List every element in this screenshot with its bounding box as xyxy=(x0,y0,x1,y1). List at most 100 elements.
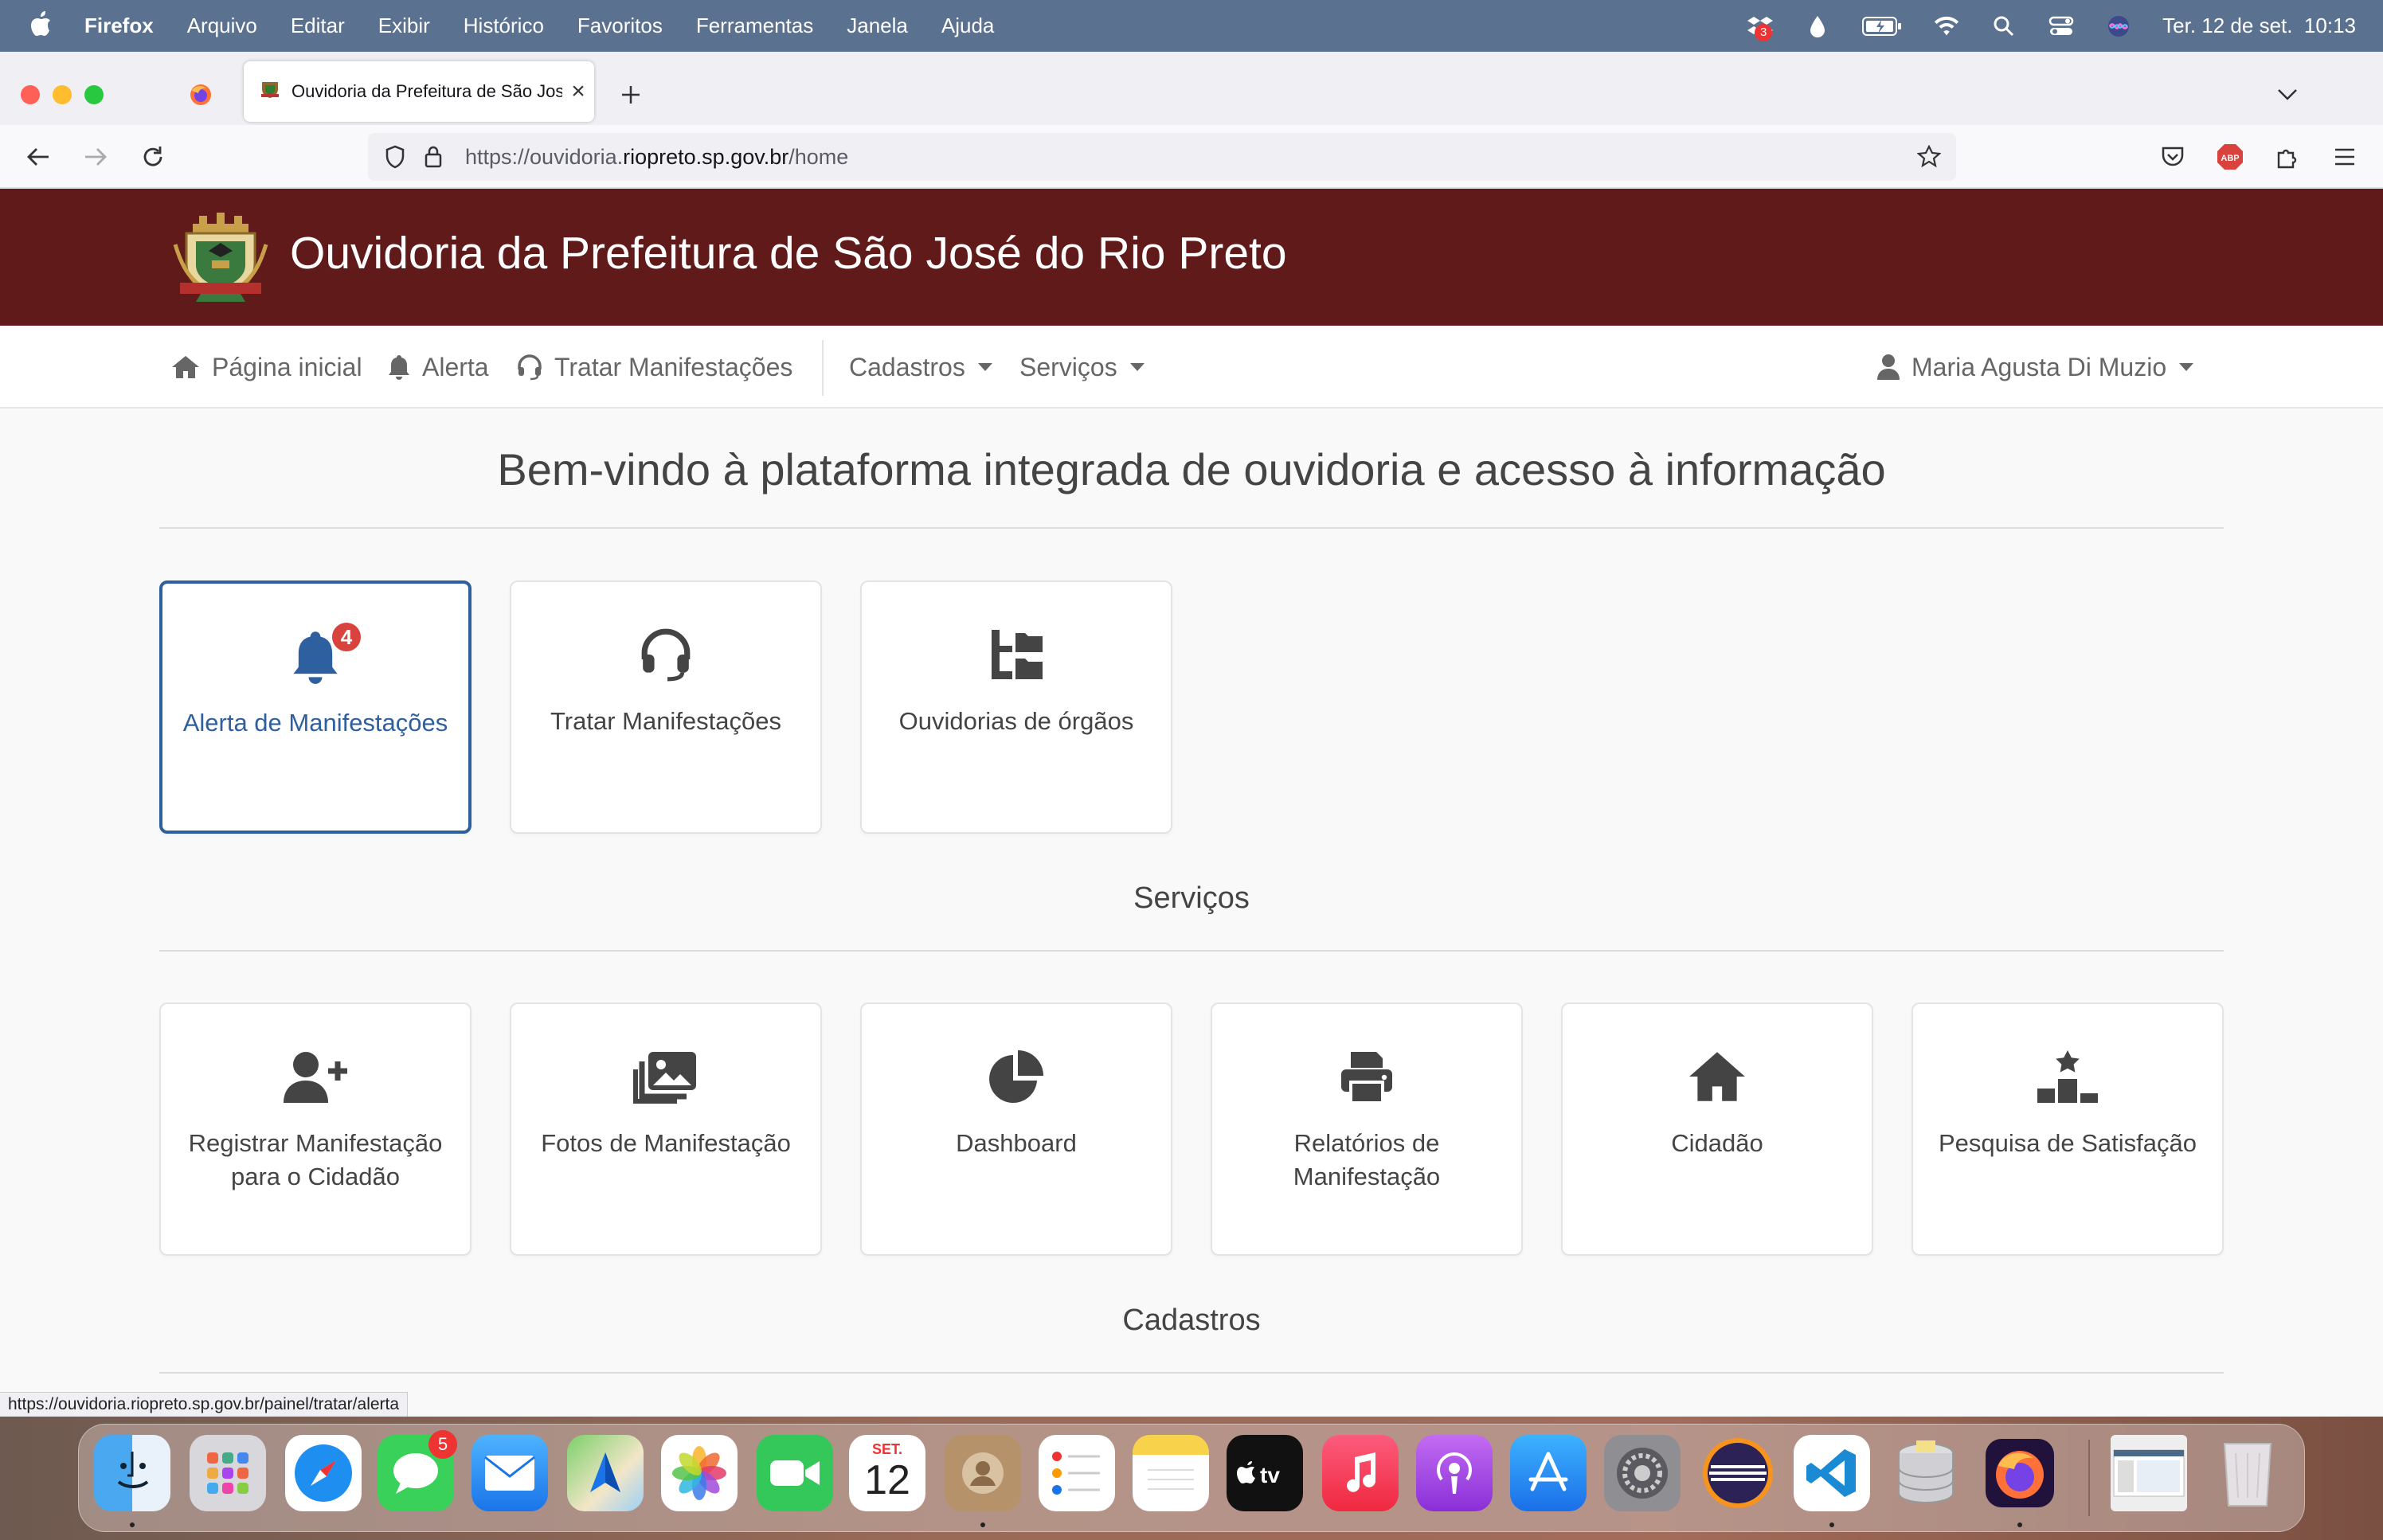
menu-editar[interactable]: Editar xyxy=(291,14,345,38)
forward-arrow-icon[interactable] xyxy=(78,139,113,174)
list-all-tabs-chevron-down-icon[interactable] xyxy=(2270,77,2305,112)
card-manifestation-reports[interactable]: Relatórios de Manifestação xyxy=(1211,1003,1523,1256)
window-zoom-button[interactable] xyxy=(84,85,104,104)
headset-icon xyxy=(641,628,691,682)
caret-down-icon xyxy=(1129,363,1145,371)
battery-icon[interactable] xyxy=(1861,13,1903,40)
recent-window-thumbnail-icon[interactable] xyxy=(2111,1435,2187,1511)
new-tab-button[interactable] xyxy=(613,77,648,112)
maps-icon[interactable] xyxy=(567,1435,644,1511)
database-app-icon[interactable] xyxy=(1888,1435,1964,1511)
nav-home-label: Página inicial xyxy=(212,352,362,381)
card-label: Fotos de Manifestação xyxy=(541,1129,791,1157)
vscode-icon[interactable] xyxy=(1794,1435,1870,1511)
tracking-protection-shield-icon[interactable] xyxy=(381,143,409,171)
apple-menu-icon[interactable] xyxy=(29,10,57,42)
welcome-divider xyxy=(159,527,2224,529)
window-minimize-button[interactable] xyxy=(53,85,72,104)
launchpad-icon[interactable] xyxy=(190,1435,266,1511)
hamburger-menu-icon[interactable] xyxy=(2327,139,2362,174)
drop-icon[interactable] xyxy=(1804,13,1831,40)
url-domain: riopreto.sp.gov.br xyxy=(623,144,789,169)
podcasts-icon[interactable] xyxy=(1416,1435,1493,1511)
mail-icon[interactable] xyxy=(472,1435,548,1511)
menu-exibir[interactable]: Exibir xyxy=(378,14,430,38)
photos-app-icon[interactable] xyxy=(661,1435,738,1511)
reminders-icon[interactable] xyxy=(1039,1435,1115,1511)
home-icon xyxy=(1689,1052,1745,1101)
extensions-puzzle-icon[interactable] xyxy=(2270,139,2305,174)
site-title[interactable]: Ouvidoria da Prefeitura de São José do R… xyxy=(290,227,1287,279)
messages-unread-badge: 5 xyxy=(428,1430,457,1459)
menu-ferramentas[interactable]: Ferramentas xyxy=(696,14,813,38)
card-satisfaction-survey[interactable]: Pesquisa de Satisfação xyxy=(1911,1003,2224,1256)
adblock-plus-icon[interactable]: ABP xyxy=(2213,139,2248,174)
reload-icon[interactable] xyxy=(135,139,170,174)
card-citizen[interactable]: Cidadão xyxy=(1561,1003,1873,1256)
nav-treat-link[interactable]: Tratar Manifestações xyxy=(516,326,792,408)
siri-icon[interactable] xyxy=(2105,13,2132,40)
wifi-icon[interactable] xyxy=(1933,13,1960,40)
eclipse-ide-icon[interactable] xyxy=(1700,1435,1776,1511)
url-prefix: https://ouvidoria. xyxy=(465,144,624,169)
card-label: Ouvidorias de órgãos xyxy=(898,707,1134,735)
safari-icon[interactable] xyxy=(285,1435,362,1511)
app-store-icon[interactable] xyxy=(1510,1435,1587,1511)
back-arrow-icon[interactable] xyxy=(21,139,56,174)
pocket-icon[interactable] xyxy=(2155,139,2190,174)
city-coat-of-arms-logo[interactable] xyxy=(169,209,272,305)
web-page: Ouvidoria da Prefeitura de São José do R… xyxy=(0,189,2383,1417)
dock-separator xyxy=(2088,1440,2090,1516)
svg-text:ABP: ABP xyxy=(2221,154,2239,163)
card-agency-ombudsman[interactable]: Ouvidorias de órgãos xyxy=(860,580,1172,834)
menu-app-firefox[interactable]: Firefox xyxy=(84,14,154,38)
nav-registries-label: Cadastros xyxy=(849,352,965,381)
url-path: /home xyxy=(788,144,849,169)
control-center-icon[interactable] xyxy=(2048,13,2075,40)
system-settings-gear-icon[interactable] xyxy=(1604,1435,1681,1511)
caret-down-icon xyxy=(977,363,992,371)
facetime-icon[interactable] xyxy=(757,1435,833,1511)
macos-menubar: Firefox Arquivo Editar Exibir Histórico … xyxy=(0,0,2383,52)
notes-icon[interactable] xyxy=(1133,1435,1209,1511)
bookmark-star-icon[interactable] xyxy=(1915,143,1943,171)
trash-icon[interactable] xyxy=(2209,1435,2286,1511)
menu-ajuda[interactable]: Ajuda xyxy=(941,14,995,38)
nav-registries-dropdown[interactable]: Cadastros xyxy=(849,326,992,408)
menu-favoritos[interactable]: Favoritos xyxy=(577,14,663,38)
apple-tv-icon[interactable]: tv xyxy=(1227,1435,1303,1511)
nav-home-link[interactable]: Página inicial xyxy=(170,326,362,408)
card-label: Alerta de Manifestações xyxy=(182,709,448,737)
card-alert-manifestations[interactable]: 4 Alerta de Manifestações xyxy=(159,580,472,834)
nav-services-dropdown[interactable]: Serviços xyxy=(1019,326,1145,408)
padlock-icon[interactable] xyxy=(419,143,448,171)
menu-historico[interactable]: Histórico xyxy=(464,14,544,38)
window-close-button[interactable] xyxy=(21,85,40,104)
nav-user-dropdown[interactable]: Maria Agusta Di Muzio xyxy=(1876,326,2194,408)
finder-running-indicator xyxy=(130,1522,135,1527)
menu-janela[interactable]: Janela xyxy=(847,14,908,38)
nav-user-name: Maria Agusta Di Muzio xyxy=(1911,352,2167,381)
card-register-manifestation[interactable]: Registrar Manifestação para o Cidadão xyxy=(159,1003,472,1256)
card-label: Registrar Manifestação para o Cidadão xyxy=(188,1129,443,1190)
calendar-icon[interactable]: SET. 12 xyxy=(849,1435,925,1511)
card-treat-manifestations[interactable]: Tratar Manifestações xyxy=(510,580,822,834)
contacts-icon[interactable] xyxy=(945,1435,1021,1511)
url-bar[interactable]: https://ouvidoria.riopreto.sp.gov.br/hom… xyxy=(368,133,1956,181)
music-icon[interactable] xyxy=(1322,1435,1399,1511)
card-label: Pesquisa de Satisfação xyxy=(1939,1129,2197,1157)
card-icon-wrap xyxy=(862,1049,1171,1112)
menu-arquivo[interactable]: Arquivo xyxy=(187,14,257,38)
card-manifestation-photos[interactable]: Fotos de Manifestação xyxy=(510,1003,822,1256)
browser-tab-active[interactable]: Ouvidoria da Prefeitura de São José do R… xyxy=(244,61,594,122)
nav-services-label: Serviços xyxy=(1019,352,1117,381)
nav-alert-link[interactable]: Alerta xyxy=(387,326,489,408)
finder-icon[interactable] xyxy=(94,1435,170,1511)
firefox-view-icon[interactable] xyxy=(183,77,218,112)
card-dashboard[interactable]: Dashboard xyxy=(860,1003,1172,1256)
menubar-datetime[interactable]: Ter. 12 de set. 10:13 xyxy=(2162,14,2356,38)
tab-close-icon[interactable]: × xyxy=(562,78,594,105)
firefox-dock-icon[interactable] xyxy=(1982,1435,2058,1511)
dropbox-icon[interactable]: 3 xyxy=(1747,13,1774,41)
spotlight-search-icon[interactable] xyxy=(1990,13,2017,40)
